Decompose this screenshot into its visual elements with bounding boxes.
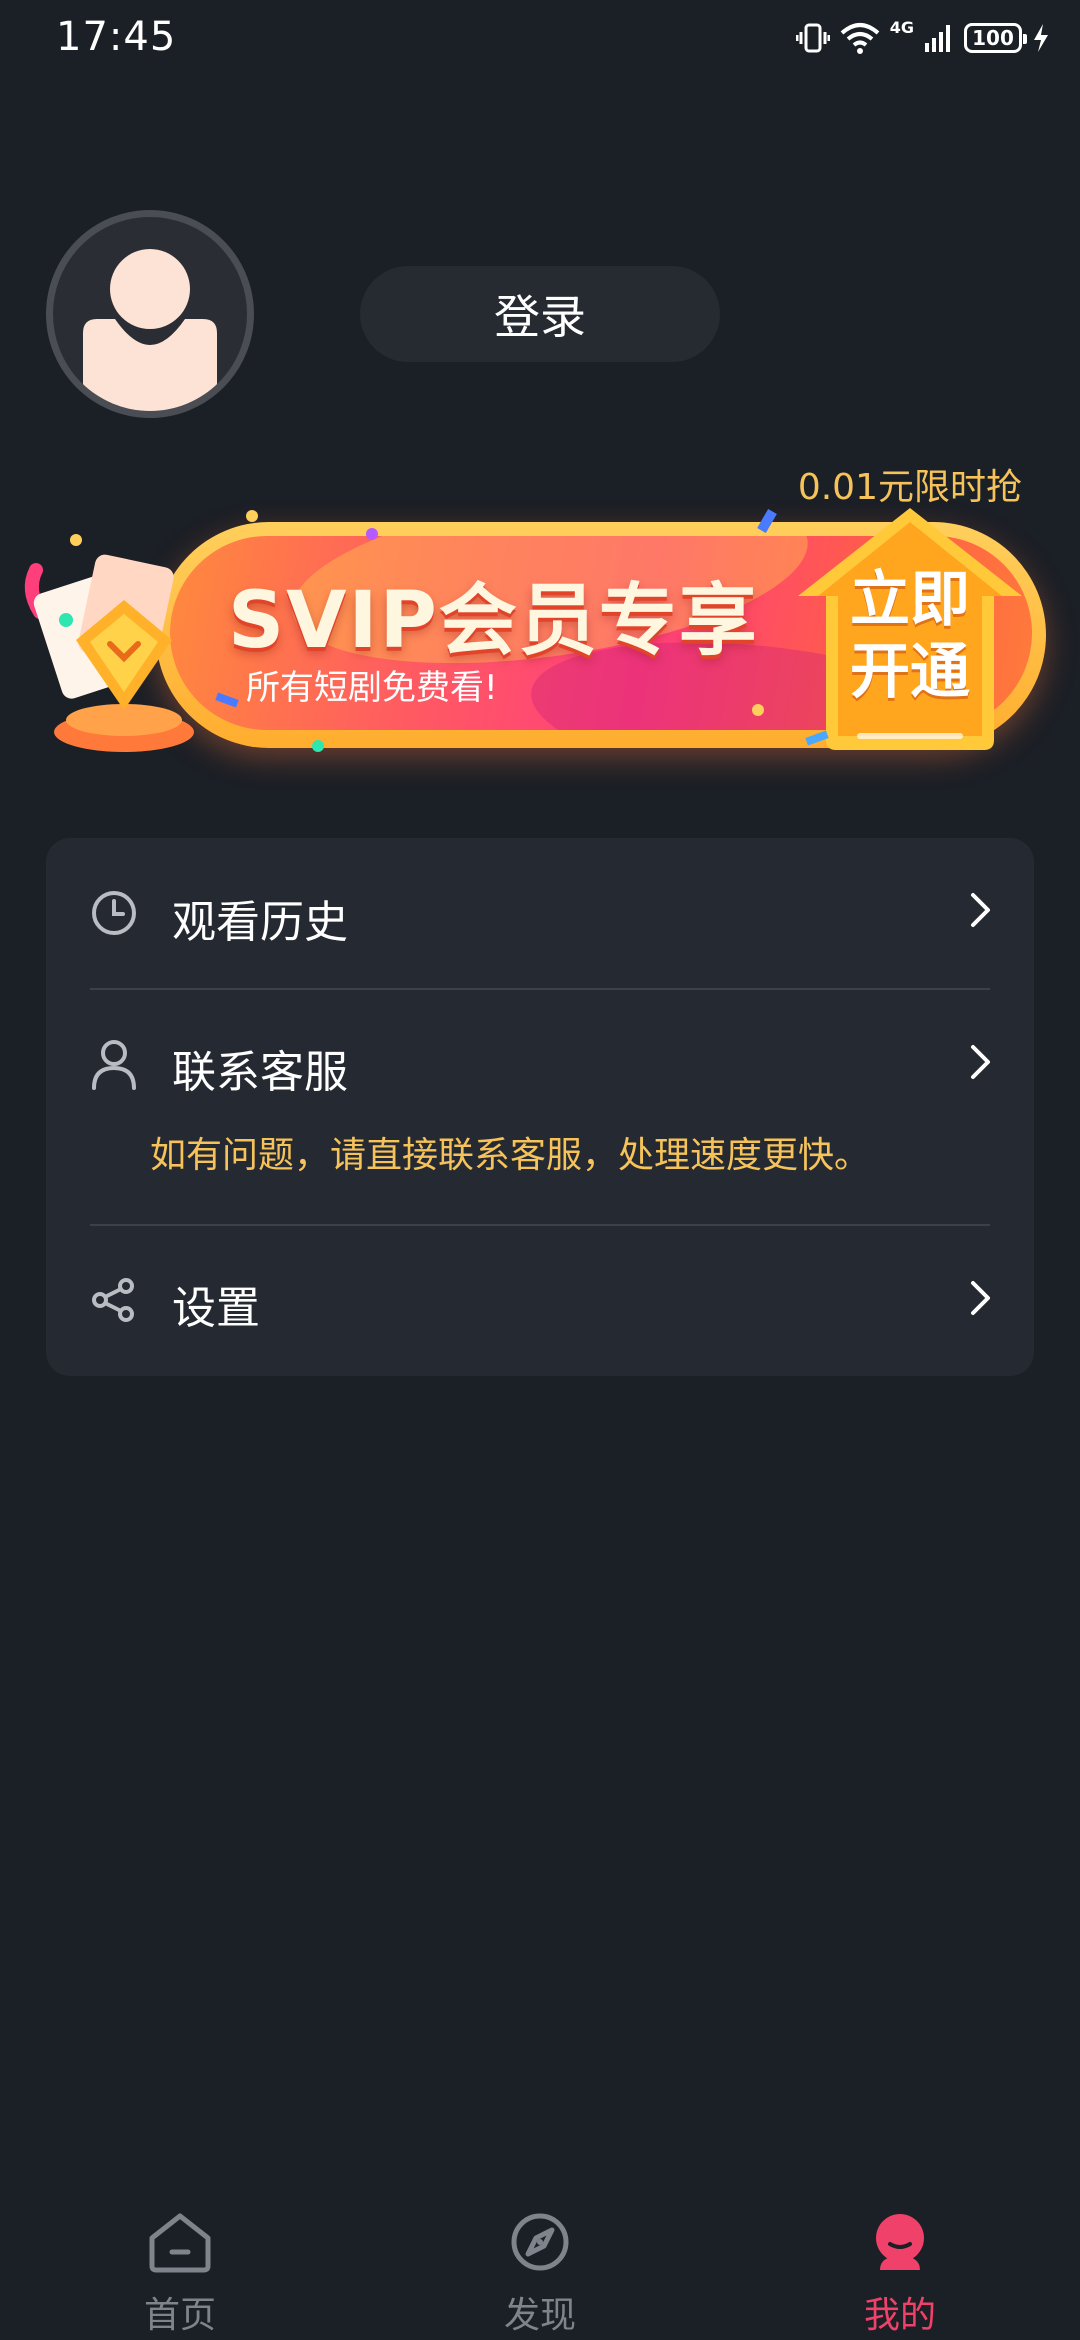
- menu-item-watch-history[interactable]: 观看历史: [46, 838, 1034, 988]
- bottom-nav: 首页 发现 我的: [0, 2190, 1080, 2340]
- banner-subtitle: 所有短剧免费看!: [246, 668, 498, 708]
- home-icon: [149, 2213, 211, 2273]
- open-now-line1: 立即: [850, 565, 970, 635]
- battery-indicator: 100: [964, 23, 1027, 53]
- discover-icon: [511, 2213, 569, 2271]
- user-icon: [92, 1040, 136, 1090]
- status-icons: 4G 100: [795, 18, 1050, 58]
- banner-title: SVIP会员专享: [228, 576, 759, 666]
- menu-item-label: 设置: [172, 1283, 260, 1334]
- menu-item-label: 联系客服: [172, 1047, 348, 1098]
- svip-banner[interactable]: SVIP会员专享 所有短剧免费看! 立即 开通: [16, 500, 1056, 780]
- nav-label: 发现: [503, 2295, 576, 2336]
- support-hint: 如有问题，请直接联系客服，处理速度更快。: [150, 1135, 871, 1176]
- wifi-icon: [840, 23, 880, 54]
- chevron-right-icon: [971, 1281, 990, 1315]
- status-bar: 17:45 4G 100: [0, 0, 1080, 80]
- menu-item-label: 观看历史: [172, 897, 348, 948]
- default-avatar-icon: [83, 249, 217, 411]
- nav-label: 我的: [863, 2295, 936, 2336]
- chevron-right-icon: [971, 1045, 990, 1079]
- nav-label: 首页: [143, 2295, 216, 2336]
- login-button[interactable]: 登录: [360, 266, 720, 362]
- menu-item-settings[interactable]: 设置: [46, 1226, 1034, 1376]
- network-type: 4G: [889, 18, 914, 37]
- nav-item-discover[interactable]: 发现: [440, 2190, 640, 2340]
- clock-icon: [92, 891, 136, 935]
- vibrate-icon: [795, 23, 830, 53]
- charging-icon: [1034, 24, 1048, 52]
- avatar[interactable]: [46, 210, 254, 418]
- profile-icon: [876, 2214, 924, 2270]
- chevron-right-icon: [971, 893, 990, 927]
- nav-item-profile[interactable]: 我的: [800, 2190, 1000, 2340]
- open-now-line2: 开通: [850, 637, 970, 707]
- menu-item-contact-support[interactable]: 联系客服 如有问题，请直接联系客服，处理速度更快。: [46, 990, 1034, 1222]
- signal-icon: [925, 25, 950, 52]
- battery-level: 100: [972, 26, 1014, 50]
- open-now-button[interactable]: 立即 开通: [790, 504, 1030, 754]
- status-time: 17:45: [56, 14, 177, 60]
- vip-badge-icon: [24, 534, 194, 752]
- share-icon: [92, 1278, 134, 1322]
- menu-card: 观看历史 联系客服 如有问题，请直接联系客服，处理速度更快。 设置: [46, 838, 1034, 1376]
- nav-item-home[interactable]: 首页: [80, 2190, 280, 2340]
